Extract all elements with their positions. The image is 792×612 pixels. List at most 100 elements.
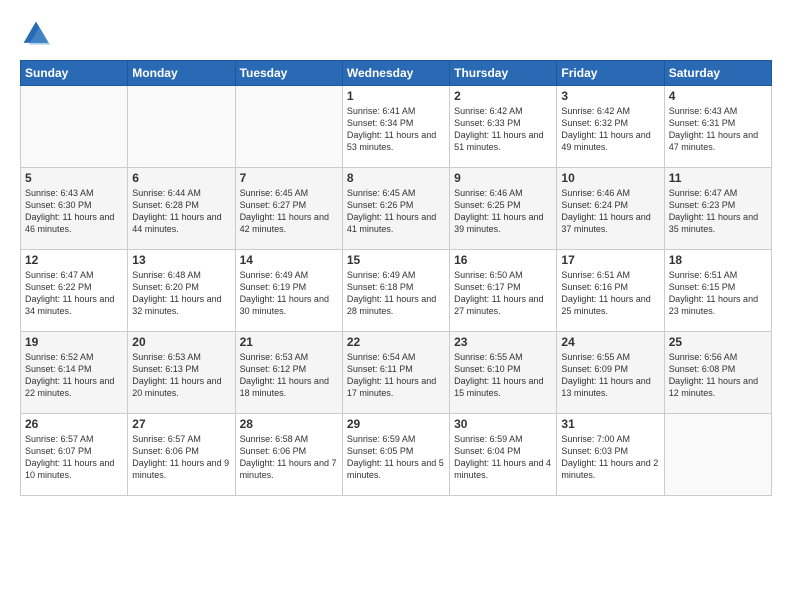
calendar-cell: 11Sunrise: 6:47 AM Sunset: 6:23 PM Dayli…	[664, 168, 771, 250]
calendar-cell: 6 Sunrise: 6:44 AM Sunset: 6:28 PM Daylig…	[128, 168, 235, 250]
day-number: 27	[132, 417, 230, 431]
day-info: Sunrise: 6:47 AM Sunset: 6:22 PM Dayligh…	[25, 269, 123, 318]
day-info: Sunrise: 6:59 AM Sunset: 6:04 PM Dayligh…	[454, 433, 552, 482]
calendar-table: SundayMondayTuesdayWednesdayThursdayFrid…	[20, 60, 772, 496]
day-number: 21	[240, 335, 338, 349]
day-number: 4	[669, 89, 767, 103]
calendar-cell: 26 Sunrise: 6:57 AM Sunset: 6:07 PM Dayli…	[21, 414, 128, 496]
day-number: 6	[132, 171, 230, 185]
day-number: 1	[347, 89, 445, 103]
day-info: Sunrise: 6:54 AM Sunset: 6:11 PM Dayligh…	[347, 351, 445, 400]
calendar-week-row: 19 Sunrise: 6:52 AM Sunset: 6:14 PM Dayli…	[21, 332, 772, 414]
calendar-cell: 23Sunrise: 6:55 AM Sunset: 6:10 PM Dayli…	[450, 332, 557, 414]
calendar-cell: 12 Sunrise: 6:47 AM Sunset: 6:22 PM Dayli…	[21, 250, 128, 332]
calendar-cell: 3 Sunrise: 6:42 AM Sunset: 6:32 PM Daylig…	[557, 86, 664, 168]
calendar-cell: 24Sunrise: 6:55 AM Sunset: 6:09 PM Dayli…	[557, 332, 664, 414]
day-number: 15	[347, 253, 445, 267]
calendar-cell: 5 Sunrise: 6:43 AM Sunset: 6:30 PM Daylig…	[21, 168, 128, 250]
calendar-header-row: SundayMondayTuesdayWednesdayThursdayFrid…	[21, 61, 772, 86]
calendar-day-header: Wednesday	[342, 61, 449, 86]
calendar-cell: 1 Sunrise: 6:41 AM Sunset: 6:34 PM Daylig…	[342, 86, 449, 168]
day-number: 30	[454, 417, 552, 431]
calendar-cell	[235, 86, 342, 168]
day-info: Sunrise: 6:53 AM Sunset: 6:12 PM Dayligh…	[240, 351, 338, 400]
day-info: Sunrise: 6:45 AM Sunset: 6:27 PM Dayligh…	[240, 187, 338, 236]
day-number: 22	[347, 335, 445, 349]
calendar-cell: 28 Sunrise: 6:58 AM Sunset: 6:06 PM Dayli…	[235, 414, 342, 496]
day-info: Sunrise: 6:55 AM Sunset: 6:09 PM Dayligh…	[561, 351, 659, 400]
calendar-cell: 22 Sunrise: 6:54 AM Sunset: 6:11 PM Dayli…	[342, 332, 449, 414]
day-info: Sunrise: 6:55 AM Sunset: 6:10 PM Dayligh…	[454, 351, 552, 400]
day-info: Sunrise: 6:49 AM Sunset: 6:19 PM Dayligh…	[240, 269, 338, 318]
calendar-day-header: Tuesday	[235, 61, 342, 86]
day-number: 26	[25, 417, 123, 431]
logo	[20, 18, 58, 50]
calendar-day-header: Sunday	[21, 61, 128, 86]
day-number: 18	[669, 253, 767, 267]
calendar-cell: 27 Sunrise: 6:57 AM Sunset: 6:06 PM Dayli…	[128, 414, 235, 496]
page: SundayMondayTuesdayWednesdayThursdayFrid…	[0, 0, 792, 612]
day-number: 7	[240, 171, 338, 185]
day-number: 9	[454, 171, 552, 185]
day-number: 16	[454, 253, 552, 267]
day-number: 28	[240, 417, 338, 431]
day-number: 12	[25, 253, 123, 267]
calendar-cell: 25 Sunrise: 6:56 AM Sunset: 6:08 PM Dayli…	[664, 332, 771, 414]
calendar-cell	[128, 86, 235, 168]
calendar-cell	[664, 414, 771, 496]
day-number: 29	[347, 417, 445, 431]
day-info: Sunrise: 6:45 AM Sunset: 6:26 PM Dayligh…	[347, 187, 445, 236]
logo-icon	[20, 18, 52, 50]
calendar-cell: 8 Sunrise: 6:45 AM Sunset: 6:26 PM Daylig…	[342, 168, 449, 250]
day-info: Sunrise: 6:53 AM Sunset: 6:13 PM Dayligh…	[132, 351, 230, 400]
calendar-cell: 15 Sunrise: 6:49 AM Sunset: 6:18 PM Dayli…	[342, 250, 449, 332]
day-info: Sunrise: 6:57 AM Sunset: 6:06 PM Dayligh…	[132, 433, 230, 482]
day-info: Sunrise: 6:57 AM Sunset: 6:07 PM Dayligh…	[25, 433, 123, 482]
day-number: 25	[669, 335, 767, 349]
day-info: Sunrise: 6:41 AM Sunset: 6:34 PM Dayligh…	[347, 105, 445, 154]
day-number: 14	[240, 253, 338, 267]
day-info: Sunrise: 6:52 AM Sunset: 6:14 PM Dayligh…	[25, 351, 123, 400]
day-info: Sunrise: 6:46 AM Sunset: 6:24 PM Dayligh…	[561, 187, 659, 236]
day-number: 5	[25, 171, 123, 185]
calendar-cell: 21 Sunrise: 6:53 AM Sunset: 6:12 PM Dayli…	[235, 332, 342, 414]
calendar-week-row: 1 Sunrise: 6:41 AM Sunset: 6:34 PM Daylig…	[21, 86, 772, 168]
day-number: 20	[132, 335, 230, 349]
calendar-cell: 16 Sunrise: 6:50 AM Sunset: 6:17 PM Dayli…	[450, 250, 557, 332]
day-info: Sunrise: 6:46 AM Sunset: 6:25 PM Dayligh…	[454, 187, 552, 236]
calendar-day-header: Friday	[557, 61, 664, 86]
day-info: Sunrise: 6:42 AM Sunset: 6:33 PM Dayligh…	[454, 105, 552, 154]
day-info: Sunrise: 6:42 AM Sunset: 6:32 PM Dayligh…	[561, 105, 659, 154]
day-info: Sunrise: 6:44 AM Sunset: 6:28 PM Dayligh…	[132, 187, 230, 236]
day-info: Sunrise: 6:50 AM Sunset: 6:17 PM Dayligh…	[454, 269, 552, 318]
calendar-cell: 18 Sunrise: 6:51 AM Sunset: 6:15 PM Dayli…	[664, 250, 771, 332]
calendar-cell: 10Sunrise: 6:46 AM Sunset: 6:24 PM Dayli…	[557, 168, 664, 250]
calendar-day-header: Saturday	[664, 61, 771, 86]
day-number: 3	[561, 89, 659, 103]
day-info: Sunrise: 6:59 AM Sunset: 6:05 PM Dayligh…	[347, 433, 445, 482]
calendar-cell: 17Sunrise: 6:51 AM Sunset: 6:16 PM Dayli…	[557, 250, 664, 332]
calendar-cell: 14 Sunrise: 6:49 AM Sunset: 6:19 PM Dayli…	[235, 250, 342, 332]
day-info: Sunrise: 6:48 AM Sunset: 6:20 PM Dayligh…	[132, 269, 230, 318]
day-number: 17	[561, 253, 659, 267]
day-number: 19	[25, 335, 123, 349]
calendar-cell: 30 Sunrise: 6:59 AM Sunset: 6:04 PM Dayli…	[450, 414, 557, 496]
day-info: Sunrise: 6:51 AM Sunset: 6:15 PM Dayligh…	[669, 269, 767, 318]
calendar-cell: 13Sunrise: 6:48 AM Sunset: 6:20 PM Dayli…	[128, 250, 235, 332]
day-info: Sunrise: 6:56 AM Sunset: 6:08 PM Dayligh…	[669, 351, 767, 400]
header	[20, 18, 772, 50]
day-info: Sunrise: 6:49 AM Sunset: 6:18 PM Dayligh…	[347, 269, 445, 318]
day-number: 11	[669, 171, 767, 185]
calendar-cell	[21, 86, 128, 168]
day-number: 31	[561, 417, 659, 431]
day-info: Sunrise: 6:43 AM Sunset: 6:30 PM Dayligh…	[25, 187, 123, 236]
calendar-cell: 9 Sunrise: 6:46 AM Sunset: 6:25 PM Daylig…	[450, 168, 557, 250]
day-info: Sunrise: 7:00 AM Sunset: 6:03 PM Dayligh…	[561, 433, 659, 482]
calendar-cell: 7 Sunrise: 6:45 AM Sunset: 6:27 PM Daylig…	[235, 168, 342, 250]
day-number: 2	[454, 89, 552, 103]
day-info: Sunrise: 6:58 AM Sunset: 6:06 PM Dayligh…	[240, 433, 338, 482]
calendar-cell: 19 Sunrise: 6:52 AM Sunset: 6:14 PM Dayli…	[21, 332, 128, 414]
calendar-cell: 4Sunrise: 6:43 AM Sunset: 6:31 PM Daylig…	[664, 86, 771, 168]
day-number: 8	[347, 171, 445, 185]
calendar-day-header: Monday	[128, 61, 235, 86]
